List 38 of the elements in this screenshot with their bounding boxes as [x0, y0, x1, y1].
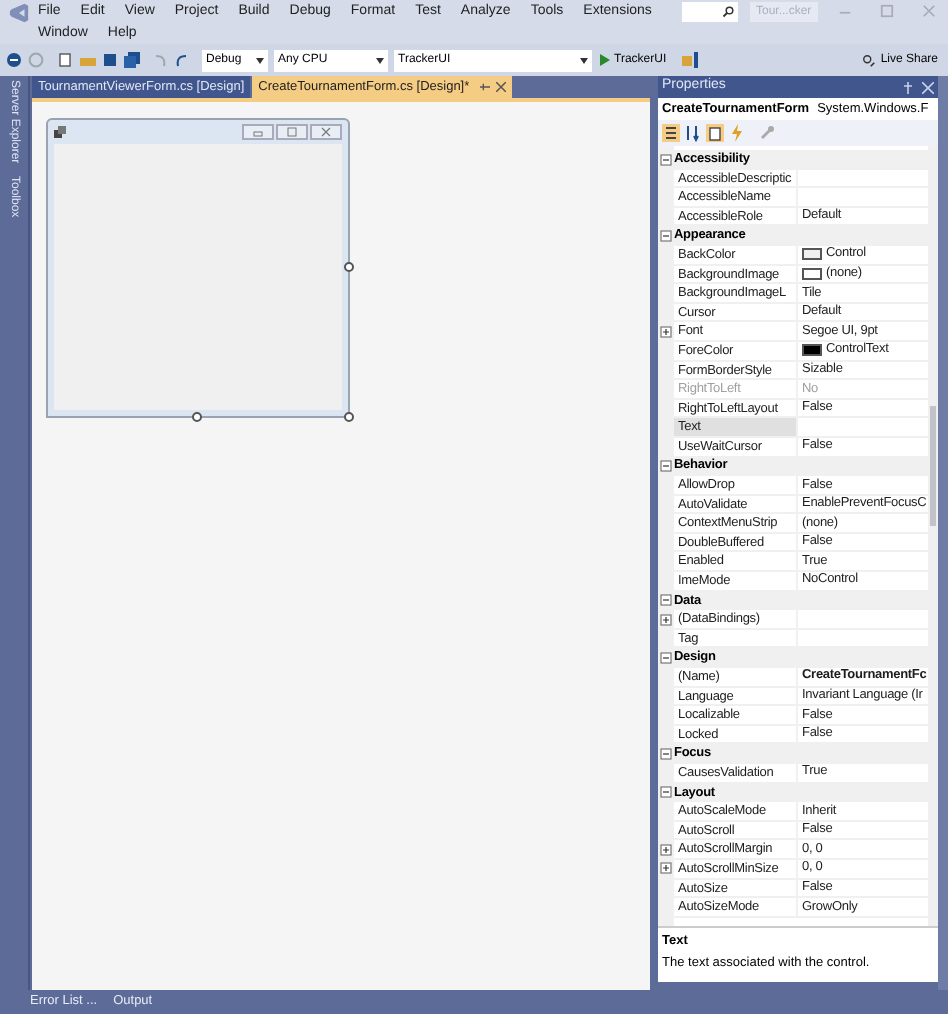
minimize-icon: [241, 124, 274, 140]
collapse-toggle[interactable]: [660, 786, 673, 799]
share-icon: [862, 53, 877, 67]
new-item-icon[interactable]: [58, 52, 74, 68]
collapse-toggle[interactable]: [660, 230, 673, 243]
expand-toggle[interactable]: [660, 325, 673, 338]
back-icon[interactable]: [6, 52, 22, 68]
collapse-toggle[interactable]: [660, 153, 673, 166]
collapse-toggle[interactable]: [660, 652, 673, 665]
close-icon: [309, 124, 342, 140]
collapse-toggle[interactable]: [660, 594, 673, 607]
collapse-toggle[interactable]: [660, 460, 673, 473]
expand-toggle[interactable]: [660, 613, 673, 626]
save-all-icon[interactable]: [124, 52, 140, 68]
play-icon: [600, 54, 610, 66]
logo-icon: [8, 2, 30, 24]
toolbar-icon[interactable]: [682, 52, 699, 68]
save-icon[interactable]: [102, 52, 118, 68]
resize-handle[interactable]: [191, 412, 202, 422]
caret-icon: [256, 57, 264, 63]
form-icon: [53, 126, 66, 138]
close-icon[interactable]: [495, 82, 506, 92]
properties-icon[interactable]: [706, 124, 725, 142]
sort-icon[interactable]: [684, 124, 703, 142]
maximize-icon: [275, 124, 308, 140]
search-icon: [722, 6, 734, 18]
resize-handle[interactable]: [343, 412, 354, 422]
search-field[interactable]: [682, 2, 738, 22]
resize-handle[interactable]: [343, 262, 354, 272]
redo-icon[interactable]: [174, 52, 190, 68]
scrollbar[interactable]: [928, 146, 939, 926]
pin-icon[interactable]: [479, 82, 490, 92]
categorized-icon[interactable]: [662, 124, 681, 142]
expand-toggle[interactable]: [660, 862, 673, 875]
caret-icon: [580, 57, 588, 63]
expand-toggle[interactable]: [660, 843, 673, 856]
collapse-toggle[interactable]: [660, 748, 673, 761]
caret-icon: [376, 57, 384, 63]
